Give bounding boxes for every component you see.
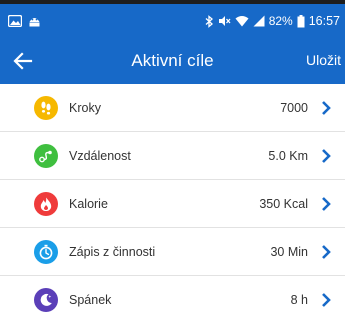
wifi-icon [235, 15, 249, 27]
battery-percent: 82% [268, 14, 293, 28]
goal-label: Spánek [69, 293, 112, 307]
route-icon [34, 143, 58, 168]
chevron-right-icon [322, 149, 331, 163]
goal-label: Kalorie [69, 196, 108, 211]
goal-row-steps[interactable]: Kroky 7000 [0, 84, 345, 132]
goal-row-sleep[interactable]: Spánek 8 h [0, 276, 345, 324]
chevron-right-icon [322, 197, 331, 211]
goal-value: 5.0 Km [268, 148, 308, 163]
chevron-right-icon [322, 245, 331, 259]
goal-value: 8 h [290, 293, 308, 307]
goal-label: Vzdálenost [69, 148, 131, 163]
signal-icon [253, 15, 265, 27]
android-notification-icon [28, 15, 41, 27]
clock: 16:57 [308, 14, 340, 28]
battery-icon [297, 14, 305, 28]
stopwatch-icon [34, 239, 58, 264]
goal-row-activity-log[interactable]: Zápis z činnosti 30 Min [0, 228, 345, 276]
goal-value: 30 Min [270, 244, 308, 259]
image-notification-icon [8, 15, 22, 27]
goal-label: Zápis z činnosti [69, 244, 156, 259]
mute-icon [218, 15, 231, 27]
goal-label: Kroky [69, 100, 101, 115]
chevron-right-icon [322, 293, 331, 307]
goals-list: Kroky 7000 Vzdálenost 5.0 Km Kalorie 350… [0, 84, 345, 324]
flame-icon [34, 191, 58, 216]
goal-value: 7000 [280, 100, 308, 115]
moon-icon [34, 288, 58, 312]
save-button[interactable]: Uložit [306, 52, 341, 68]
goal-value: 350 Kcal [259, 196, 308, 211]
chevron-right-icon [322, 101, 331, 115]
goal-row-distance[interactable]: Vzdálenost 5.0 Km [0, 132, 345, 180]
app-bar: Aktivní cíle Uložit [0, 38, 345, 84]
bluetooth-icon [205, 14, 214, 28]
page-title: Aktivní cíle [131, 51, 214, 70]
footsteps-icon [34, 95, 58, 120]
status-bar: 82% 16:57 [0, 4, 345, 38]
goal-row-calories[interactable]: Kalorie 350 Kcal [0, 180, 345, 228]
